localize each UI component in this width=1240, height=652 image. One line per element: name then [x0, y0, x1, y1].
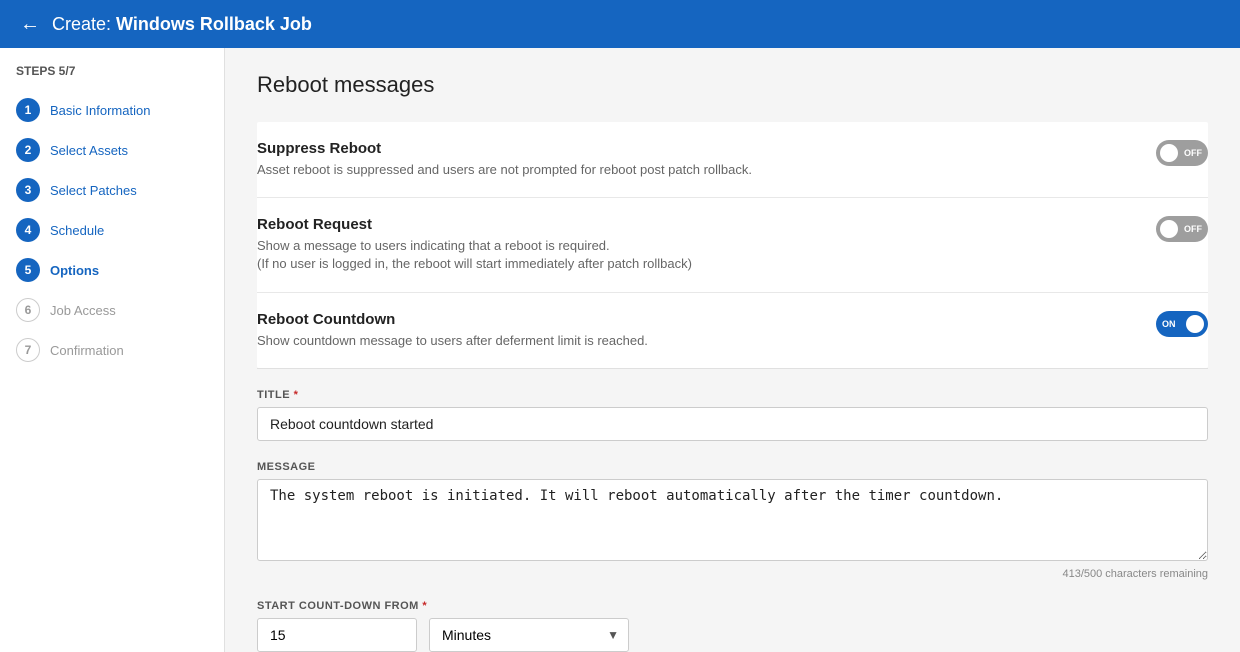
reboot-request-content: Reboot Request Show a message to users i… [257, 216, 1140, 273]
message-label: MESSAGE [257, 461, 1208, 473]
step-1-circle: 1 [16, 98, 40, 122]
back-button[interactable]: ← [20, 13, 40, 36]
sidebar-item-schedule[interactable]: 4 Schedule [0, 210, 224, 250]
countdown-inputs-row: Minutes Hours ▼ [257, 618, 1208, 652]
reboot-request-section: Reboot Request Show a message to users i… [257, 198, 1208, 292]
reboot-request-off-label: OFF [1184, 224, 1202, 234]
suppress-reboot-toggle[interactable]: OFF [1156, 140, 1208, 166]
step-6-circle: 6 [16, 298, 40, 322]
step-4-label: Schedule [50, 223, 104, 238]
sidebar: STEPS 5/7 1 Basic Information 2 Select A… [0, 48, 225, 652]
header-job-title: Windows Rollback Job [116, 14, 312, 34]
step-2-label: Select Assets [50, 143, 128, 158]
step-5-label: Options [50, 263, 99, 278]
back-arrow-icon: ← [20, 13, 40, 36]
sidebar-item-options[interactable]: 5 Options [0, 250, 224, 290]
countdown-form: TITLE * MESSAGE 413/500 characters remai… [257, 369, 1208, 652]
sidebar-item-select-patches[interactable]: 3 Select Patches [0, 170, 224, 210]
countdown-required: * [422, 600, 427, 612]
title-field-group: TITLE * [257, 389, 1208, 441]
step-3-circle: 3 [16, 178, 40, 202]
suppress-reboot-desc: Asset reboot is suppressed and users are… [257, 161, 1140, 179]
step-6-label: Job Access [50, 303, 116, 318]
suppress-reboot-content: Suppress Reboot Asset reboot is suppress… [257, 140, 1140, 179]
suppress-reboot-knob [1160, 144, 1178, 162]
title-label: TITLE * [257, 389, 1208, 401]
title-input[interactable] [257, 407, 1208, 441]
reboot-sections: Suppress Reboot Asset reboot is suppress… [257, 122, 1208, 368]
main-content: Reboot messages Suppress Reboot Asset re… [225, 48, 1240, 652]
reboot-countdown-desc: Show countdown message to users after de… [257, 332, 1140, 350]
reboot-countdown-track[interactable]: ON [1156, 311, 1208, 337]
steps-label: STEPS 5/7 [0, 64, 224, 90]
time-unit-select[interactable]: Minutes Hours [429, 618, 629, 652]
reboot-request-title: Reboot Request [257, 216, 1140, 233]
step-7-label: Confirmation [50, 343, 124, 358]
suppress-reboot-title: Suppress Reboot [257, 140, 1140, 157]
suppress-reboot-section: Suppress Reboot Asset reboot is suppress… [257, 122, 1208, 198]
page-title: Reboot messages [257, 72, 1208, 98]
suppress-reboot-row: Suppress Reboot Asset reboot is suppress… [257, 140, 1208, 179]
message-textarea[interactable] [257, 479, 1208, 561]
countdown-field-group: START COUNT-DOWN FROM * Minutes Hours ▼ [257, 600, 1208, 652]
reboot-request-row: Reboot Request Show a message to users i… [257, 216, 1208, 273]
reboot-countdown-on-label: ON [1162, 319, 1176, 329]
page-header-title: Create: Windows Rollback Job [52, 14, 312, 35]
suppress-reboot-track[interactable]: OFF [1156, 140, 1208, 166]
reboot-countdown-row: Reboot Countdown Show countdown message … [257, 311, 1208, 350]
suppress-reboot-off-label: OFF [1184, 148, 1202, 158]
step-4-circle: 4 [16, 218, 40, 242]
countdown-number-input[interactable] [257, 618, 417, 652]
step-1-label: Basic Information [50, 103, 150, 118]
sidebar-item-confirmation[interactable]: 7 Confirmation [0, 330, 224, 370]
sidebar-item-basic-information[interactable]: 1 Basic Information [0, 90, 224, 130]
reboot-request-desc: Show a message to users indicating that … [257, 237, 1140, 273]
title-required: * [294, 389, 299, 401]
reboot-request-knob [1160, 220, 1178, 238]
sidebar-item-job-access[interactable]: 6 Job Access [0, 290, 224, 330]
reboot-request-desc-line1: Show a message to users indicating that … [257, 238, 610, 253]
step-7-circle: 7 [16, 338, 40, 362]
main-layout: STEPS 5/7 1 Basic Information 2 Select A… [0, 48, 1240, 652]
reboot-request-desc-line2: (If no user is logged in, the reboot wil… [257, 256, 692, 271]
message-field-group: MESSAGE 413/500 characters remaining [257, 461, 1208, 580]
step-2-circle: 2 [16, 138, 40, 162]
header-prefix: Create: [52, 14, 111, 34]
reboot-request-toggle[interactable]: OFF [1156, 216, 1208, 242]
sidebar-item-select-assets[interactable]: 2 Select Assets [0, 130, 224, 170]
reboot-countdown-toggle[interactable]: ON [1156, 311, 1208, 337]
app-header: ← Create: Windows Rollback Job [0, 0, 1240, 48]
reboot-countdown-knob [1186, 315, 1204, 333]
reboot-countdown-content: Reboot Countdown Show countdown message … [257, 311, 1140, 350]
step-3-label: Select Patches [50, 183, 137, 198]
step-5-circle: 5 [16, 258, 40, 282]
time-unit-select-wrapper: Minutes Hours ▼ [429, 618, 629, 652]
countdown-label: START COUNT-DOWN FROM * [257, 600, 1208, 612]
reboot-request-track[interactable]: OFF [1156, 216, 1208, 242]
char-count: 413/500 characters remaining [257, 568, 1208, 580]
reboot-countdown-section: Reboot Countdown Show countdown message … [257, 293, 1208, 368]
reboot-countdown-title: Reboot Countdown [257, 311, 1140, 328]
